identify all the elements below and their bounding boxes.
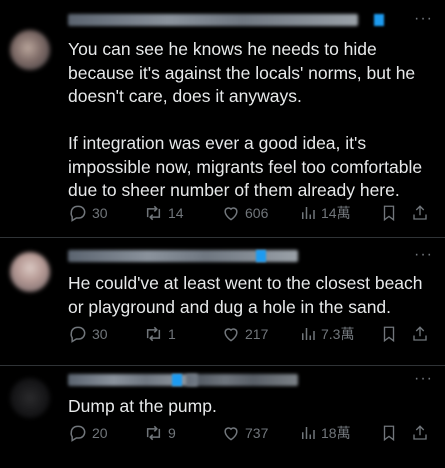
repost-icon	[146, 205, 161, 221]
reply-icon	[70, 205, 86, 222]
views-button[interactable]: 7.3萬	[299, 324, 354, 344]
tweet-text: Dump at the pump.	[68, 396, 217, 416]
reply-tweet[interactable]: ··· You can see he knows he needs to hid…	[0, 0, 445, 238]
more-options-button[interactable]: ···	[414, 10, 433, 28]
views-count: 7.3萬	[321, 326, 355, 342]
more-options-button[interactable]: ···	[414, 370, 433, 388]
views-icon	[302, 328, 315, 340]
reply-tweet[interactable]: ··· He could've at least went to the clo…	[0, 238, 445, 366]
reply-tweet[interactable]: ··· Dump at the pump. 20 9 737 18萬	[0, 366, 445, 468]
bookmark-button[interactable]	[380, 423, 398, 443]
verified-badge	[256, 250, 266, 262]
avatar[interactable]	[10, 30, 50, 70]
like-count: 737	[245, 425, 269, 441]
bookmark-button[interactable]	[380, 203, 398, 223]
reply-icon	[70, 425, 86, 442]
repost-button[interactable]: 9	[143, 423, 176, 443]
reply-count: 30	[92, 205, 108, 221]
bookmark-button[interactable]	[380, 324, 398, 344]
views-icon	[302, 427, 315, 439]
like-count: 217	[245, 326, 269, 342]
repost-count: 9	[168, 425, 176, 441]
views-count: 14萬	[321, 205, 351, 221]
share-button[interactable]	[411, 423, 429, 443]
verified-badge	[172, 374, 182, 386]
repost-icon	[146, 425, 161, 441]
reply-button[interactable]: 20	[68, 423, 108, 443]
like-count: 606	[245, 205, 269, 221]
like-button[interactable]: 606	[221, 203, 268, 223]
bookmark-icon	[383, 425, 395, 442]
author-name-blurred[interactable]	[68, 14, 358, 26]
verified-badge	[374, 14, 384, 26]
share-icon	[413, 205, 427, 220]
heart-icon	[224, 207, 238, 221]
heart-icon	[224, 427, 238, 441]
reply-count: 20	[92, 425, 108, 441]
share-button[interactable]	[411, 203, 429, 223]
reply-icon	[70, 326, 86, 343]
tweet-text: He could've at least went to the closest…	[68, 273, 428, 317]
bookmark-icon	[383, 326, 395, 343]
avatar[interactable]	[10, 378, 50, 418]
bookmark-icon	[383, 205, 395, 222]
heart-icon	[224, 328, 238, 342]
views-count: 18萬	[321, 425, 351, 441]
repost-count: 1	[168, 326, 176, 342]
views-icon	[302, 207, 315, 219]
tweet-actions: 20 9 737 18萬	[68, 423, 431, 445]
like-button[interactable]: 217	[221, 324, 268, 344]
reply-button[interactable]: 30	[68, 324, 108, 344]
reply-count: 30	[92, 326, 108, 342]
more-options-button[interactable]: ···	[414, 246, 433, 264]
views-button[interactable]: 18萬	[299, 423, 351, 443]
author-handle-blurred[interactable]	[186, 374, 298, 386]
tweet-actions: 30 14 606 14萬	[68, 203, 431, 225]
avatar[interactable]	[10, 252, 50, 292]
share-icon	[413, 326, 427, 341]
share-icon	[413, 425, 427, 440]
repost-count: 14	[168, 205, 184, 221]
tweet-text: You can see he knows he needs to hide be…	[68, 39, 423, 200]
repost-icon	[146, 326, 161, 342]
like-button[interactable]: 737	[221, 423, 268, 443]
repost-button[interactable]: 1	[143, 324, 176, 344]
repost-button[interactable]: 14	[143, 203, 184, 223]
tweet-actions: 30 1 217 7.3萬	[68, 324, 431, 346]
reply-button[interactable]: 30	[68, 203, 108, 223]
share-button[interactable]	[411, 324, 429, 344]
views-button[interactable]: 14萬	[299, 203, 351, 223]
